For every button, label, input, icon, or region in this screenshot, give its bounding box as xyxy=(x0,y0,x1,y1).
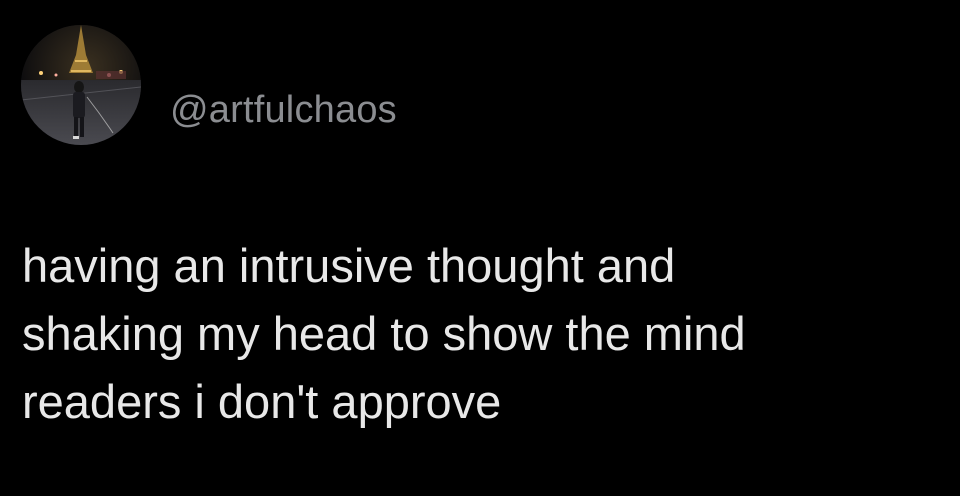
tweet-line: readers i don't approve xyxy=(22,375,502,428)
tweet-body: having an intrusive thought and shaking … xyxy=(22,232,942,436)
tweet-card: @artfulchaos having an intrusive thought… xyxy=(0,0,960,496)
user-handle[interactable]: @artfulchaos xyxy=(170,88,397,132)
tweet-line: shaking my head to show the mind xyxy=(22,307,746,360)
avatar[interactable] xyxy=(21,25,141,145)
tweet-line: having an intrusive thought and xyxy=(22,239,676,292)
profile-photo-icon xyxy=(21,25,141,145)
